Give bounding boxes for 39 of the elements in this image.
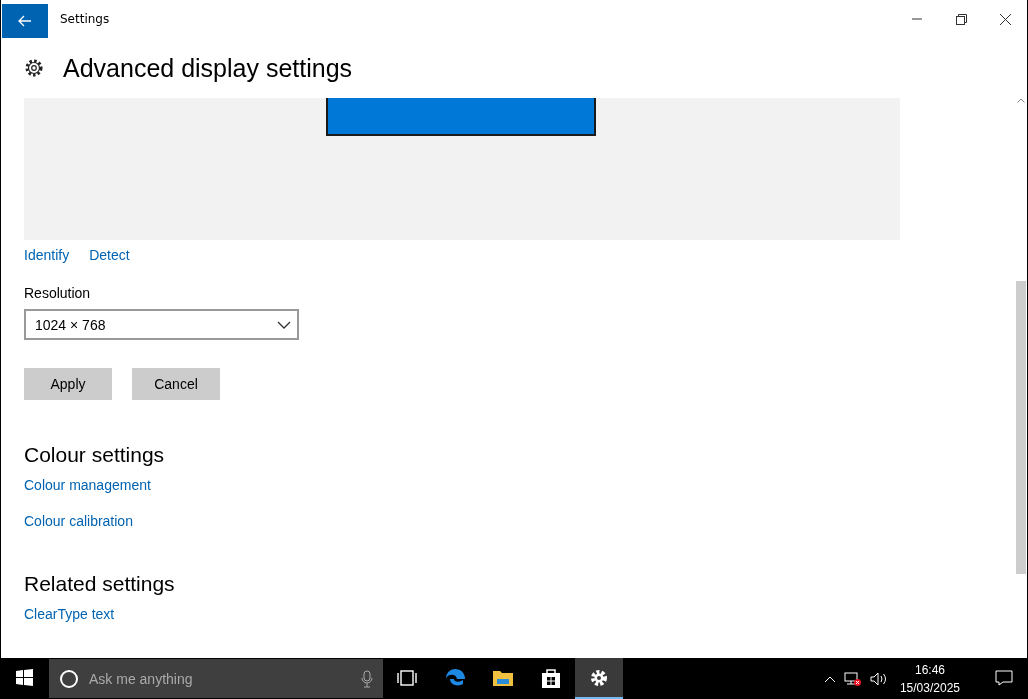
restore-icon <box>955 13 967 25</box>
speaker-icon[interactable] <box>869 671 888 686</box>
windows-logo-icon <box>15 669 33 686</box>
network-error-icon[interactable] <box>843 670 862 687</box>
clock-date: 15/03/2025 <box>899 679 960 697</box>
back-arrow-icon <box>18 14 32 27</box>
search-bar[interactable]: Ask me anything <box>49 659 383 698</box>
close-icon <box>999 13 1011 25</box>
settings-link[interactable]: Colour management <box>24 477 1015 493</box>
section-heading: Related settings <box>24 572 176 596</box>
back-button[interactable] <box>2 3 48 38</box>
display-link[interactable]: Detect <box>89 247 130 263</box>
action-button[interactable]: Cancel <box>132 368 220 400</box>
scroll-up-icon[interactable] <box>1017 98 1025 103</box>
speech-bubble-icon <box>995 669 1013 686</box>
search-field[interactable]: Ask me anything <box>87 669 353 688</box>
gear-icon <box>24 58 44 78</box>
settings-link[interactable]: ClearType text <box>24 606 1015 622</box>
chevron-down-icon <box>277 320 291 329</box>
task-view-icon <box>397 668 417 687</box>
display-link[interactable]: Identify <box>24 247 70 263</box>
chevron-up-icon[interactable] <box>823 674 836 683</box>
microphone-icon[interactable] <box>361 669 373 688</box>
resolution-dropdown[interactable]: 1024 × 768 <box>24 309 299 340</box>
store-icon <box>541 666 561 689</box>
taskbar-clock[interactable]: 16:46 15/03/2025 <box>899 660 960 697</box>
gear-icon <box>589 667 609 688</box>
minimize-icon <box>912 18 922 20</box>
page-title: Advanced display settings <box>63 53 353 83</box>
resolution-label: Resolution <box>24 285 92 301</box>
window-title: Settings <box>60 12 111 26</box>
clock-time: 16:46 <box>914 661 945 679</box>
section-heading: Colour settings <box>24 443 166 467</box>
scrollbar-thumb[interactable] <box>1016 281 1026 574</box>
settings-link[interactable]: Colour calibration <box>24 513 1015 529</box>
circle-icon <box>59 668 79 689</box>
monitor-tile[interactable] <box>326 98 596 136</box>
taskbar-app[interactable] <box>575 658 623 699</box>
action-button[interactable]: Apply <box>24 368 112 400</box>
